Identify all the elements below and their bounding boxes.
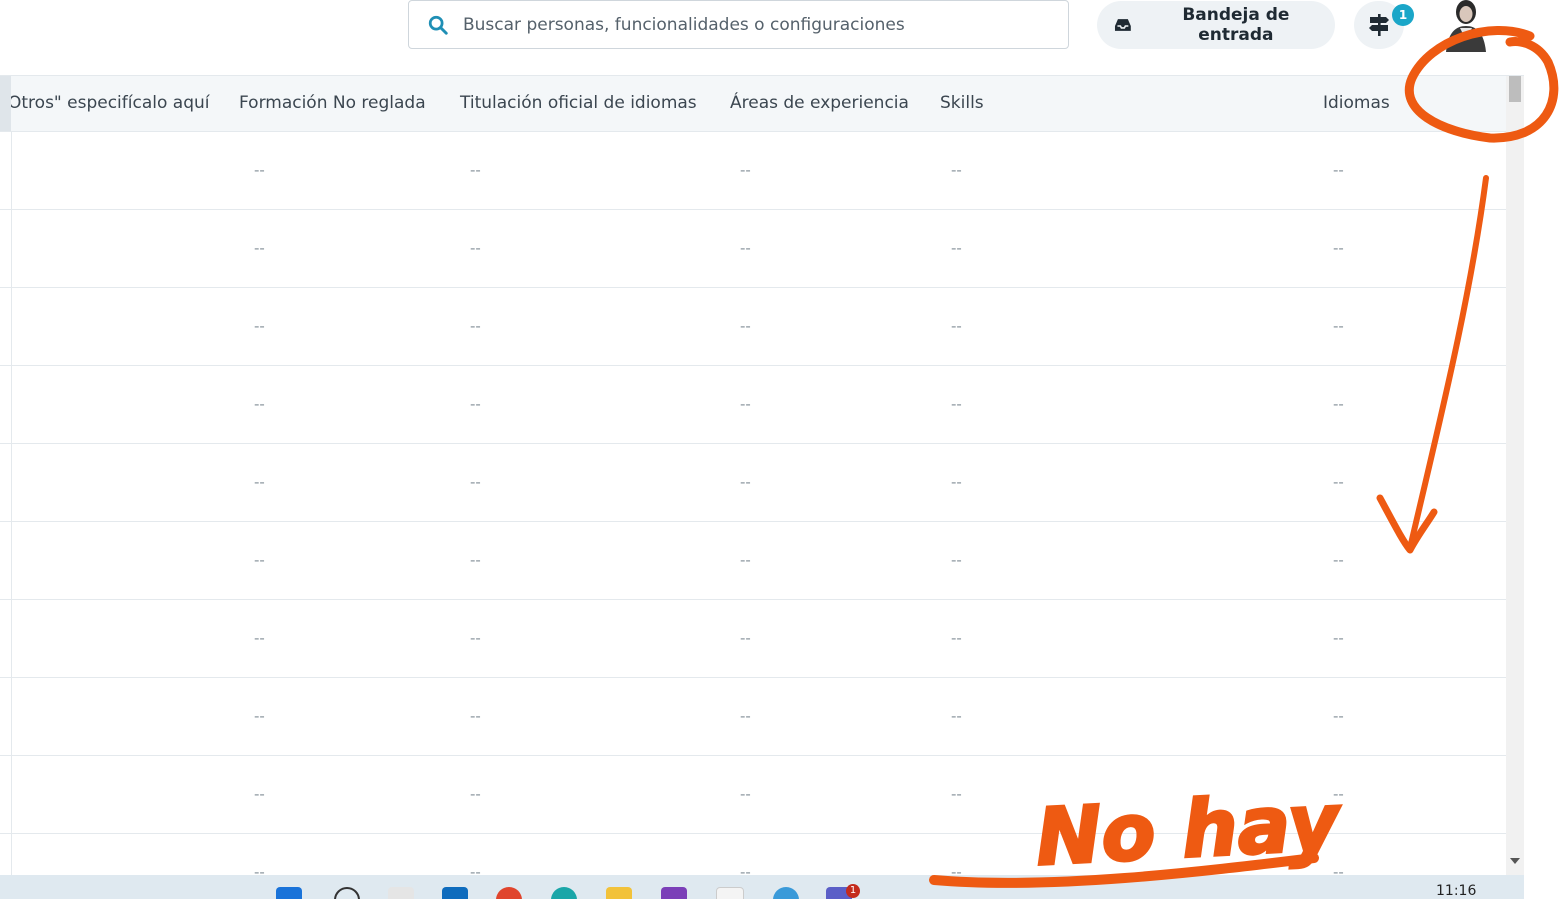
table-row[interactable]: -- -- -- -- -- (0, 365, 1506, 444)
table-cell: -- (951, 863, 962, 876)
signpost-icon (1369, 14, 1389, 36)
table-cell: -- (740, 395, 751, 413)
column-divider (11, 131, 12, 876)
table-cell: -- (951, 785, 962, 803)
column-header-formacion-no-reglada[interactable]: Formación No reglada (239, 76, 426, 131)
table-cell: -- (740, 473, 751, 491)
table-cell: -- (470, 395, 481, 413)
table-cell: -- (951, 395, 962, 413)
table-cell: -- (470, 707, 481, 725)
table-cell: -- (1333, 707, 1344, 725)
scroll-down-arrow-icon[interactable] (1510, 858, 1520, 864)
data-table: Otros" especifícalo aquí Formación No re… (0, 75, 1524, 876)
table-cell: -- (254, 473, 265, 491)
table-cell: -- (951, 317, 962, 335)
search-box[interactable] (408, 0, 1069, 49)
search-icon (428, 15, 448, 35)
table-header: Otros" especifícalo aquí Formación No re… (0, 76, 1506, 132)
table-cell: -- (470, 317, 481, 335)
column-header-skills[interactable]: Skills (940, 76, 984, 131)
table-cell: -- (470, 239, 481, 257)
search-input[interactable] (463, 1, 1053, 48)
table-cell: -- (254, 395, 265, 413)
table-cell: -- (254, 785, 265, 803)
inbox-button[interactable]: Bandeja de entrada (1097, 1, 1335, 49)
table-cell: -- (1333, 317, 1344, 335)
table-cell: -- (740, 551, 751, 569)
table-cell: -- (1333, 863, 1344, 876)
table-cell: -- (470, 473, 481, 491)
table-cell: -- (1333, 473, 1344, 491)
table-cell: -- (951, 707, 962, 725)
table-cell: -- (1333, 785, 1344, 803)
table-cell: -- (254, 551, 265, 569)
table-cell: -- (1333, 551, 1344, 569)
file-explorer-icon[interactable] (606, 887, 632, 899)
search-taskbar-icon[interactable] (334, 887, 360, 899)
table-row[interactable]: -- -- -- -- -- (0, 209, 1506, 288)
table-cell: -- (254, 161, 265, 179)
vertical-scrollbar[interactable] (1506, 76, 1524, 876)
table-cell: -- (951, 629, 962, 647)
task-view-icon[interactable] (388, 887, 414, 899)
table-cell: -- (470, 785, 481, 803)
column-header-titulacion-idiomas[interactable]: Titulación oficial de idiomas (460, 76, 697, 131)
table-row[interactable]: -- -- -- -- -- (0, 443, 1506, 522)
table-cell: -- (740, 863, 751, 876)
user-avatar[interactable] (1438, 0, 1492, 52)
table-cell: -- (951, 161, 962, 179)
table-cell: -- (740, 707, 751, 725)
table-cell: -- (1333, 161, 1344, 179)
table-row[interactable]: -- -- -- -- -- (0, 755, 1506, 834)
table-row[interactable]: -- -- -- -- -- (0, 677, 1506, 756)
windows-start-icon[interactable] (276, 887, 302, 899)
table-cell: -- (740, 161, 751, 179)
top-bar: Bandeja de entrada 1 (0, 0, 1564, 66)
table-cell: -- (740, 317, 751, 335)
table-cell: -- (254, 239, 265, 257)
table-cell: -- (1333, 395, 1344, 413)
browser-icon[interactable] (773, 887, 799, 899)
chrome-icon[interactable] (496, 887, 522, 899)
table-cell: -- (740, 239, 751, 257)
notification-badge: 1 (1392, 4, 1414, 26)
column-header-otros[interactable]: Otros" especifícalo aquí (8, 76, 210, 131)
table-row[interactable]: -- -- -- -- -- (0, 599, 1506, 678)
table-cell: -- (254, 863, 265, 876)
taskbar-clock: 11:16 (1436, 883, 1477, 899)
frozen-column-edge (0, 76, 11, 131)
table-cell: -- (951, 473, 962, 491)
table-cell: -- (470, 551, 481, 569)
onenote-icon[interactable] (661, 887, 687, 899)
snipping-tool-icon[interactable] (716, 887, 744, 899)
scrollbar-thumb[interactable] (1509, 76, 1521, 102)
table-cell: -- (740, 629, 751, 647)
column-header-idiomas[interactable]: Idiomas (1323, 76, 1390, 131)
table-row[interactable]: -- -- -- -- -- (0, 833, 1506, 876)
table-row[interactable]: -- -- -- -- -- (0, 131, 1506, 210)
column-header-areas-experiencia[interactable]: Áreas de experiencia (730, 76, 909, 131)
table-cell: -- (1333, 629, 1344, 647)
table-cell: -- (740, 785, 751, 803)
teams-badge: 1 (846, 884, 860, 898)
table-cell: -- (470, 629, 481, 647)
table-cell: -- (470, 863, 481, 876)
table-cell: -- (254, 629, 265, 647)
windows-taskbar: 1 11:16 (0, 875, 1524, 899)
table-row[interactable]: -- -- -- -- -- (0, 287, 1506, 366)
outlook-icon[interactable] (442, 887, 468, 899)
table-cell: -- (254, 317, 265, 335)
table-cell: -- (1333, 239, 1344, 257)
inbox-label: Bandeja de entrada (1182, 5, 1290, 45)
table-row[interactable]: -- -- -- -- -- (0, 521, 1506, 600)
table-cell: -- (951, 239, 962, 257)
table-cell: -- (951, 551, 962, 569)
table-cell: -- (470, 161, 481, 179)
inbox-icon (1114, 19, 1131, 31)
edge-icon[interactable] (551, 887, 577, 899)
table-cell: -- (254, 707, 265, 725)
